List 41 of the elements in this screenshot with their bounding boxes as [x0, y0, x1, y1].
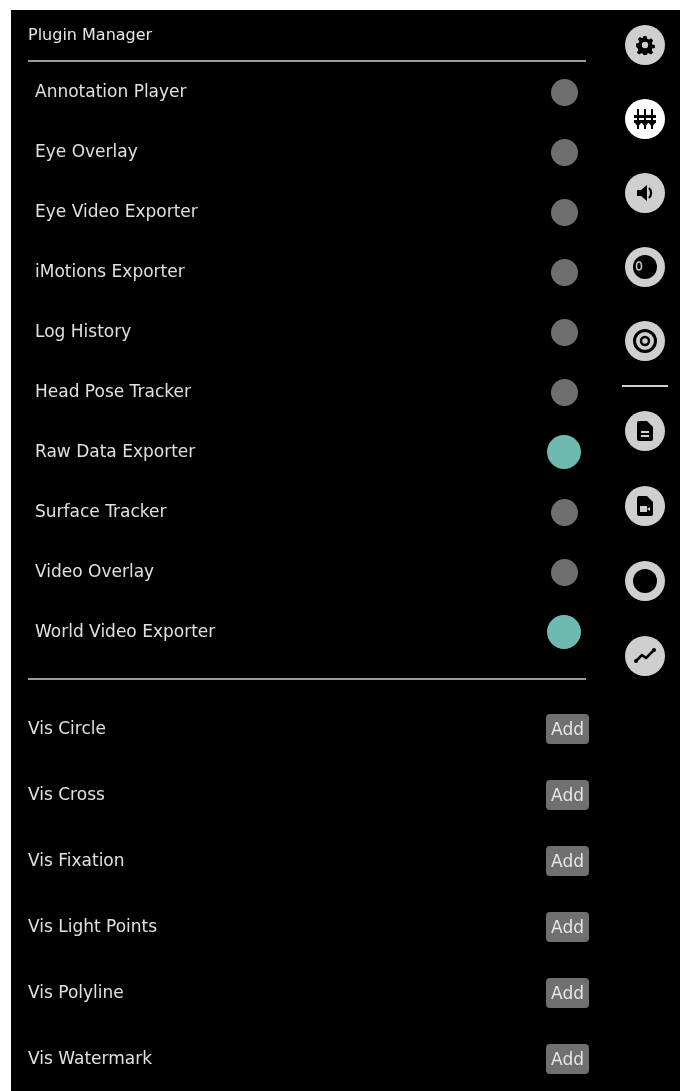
sidebar-button[interactable]: [624, 173, 665, 213]
plugin-label: Raw Data Exporter: [35, 440, 196, 464]
plugin-label: iMotions Exporter: [35, 260, 185, 284]
eye-icon: [631, 254, 658, 280]
plugin-label: Log History: [35, 320, 132, 344]
speaker-icon: [634, 183, 655, 203]
add-button[interactable]: Add: [546, 912, 589, 942]
sidebar-button[interactable]: [624, 99, 665, 139]
target-icon: [631, 328, 658, 354]
sliders-icon: [632, 108, 657, 130]
visualizer-label: Vis Fixation: [28, 849, 125, 873]
add-button[interactable]: Add: [546, 780, 589, 810]
sidebar-button[interactable]: [624, 486, 665, 526]
panel-title: Plugin Manager: [28, 24, 154, 46]
plugin-label: Eye Video Exporter: [35, 200, 198, 224]
gear-icon: [634, 35, 655, 55]
add-button[interactable]: Add: [546, 1044, 589, 1074]
visualizer-label: Vis Watermark: [28, 1047, 152, 1071]
line-chart-icon: [633, 648, 656, 664]
sidebar-button[interactable]: [624, 321, 665, 361]
plugin-label: Annotation Player: [35, 80, 187, 104]
plugin-label: World Video Exporter: [35, 620, 216, 644]
plugin-label: Eye Overlay: [35, 140, 138, 164]
add-button[interactable]: Add: [546, 978, 589, 1008]
add-button[interactable]: Add: [546, 714, 589, 744]
visualizer-label: Vis Circle: [28, 717, 106, 741]
sidebar-button[interactable]: [624, 25, 665, 65]
add-button[interactable]: Add: [546, 846, 589, 876]
plugin-label: Video Overlay: [35, 560, 155, 584]
visualizer-label: Vis Polyline: [28, 981, 124, 1005]
plugin-label: Head Pose Tracker: [35, 380, 191, 404]
sidebar-button[interactable]: [624, 411, 665, 451]
visualizer-label: Vis Light Points: [28, 915, 158, 939]
plugin-label: Surface Tracker: [35, 500, 167, 524]
sidebar-button[interactable]: [624, 561, 665, 601]
sidebar-button[interactable]: [624, 247, 665, 287]
sidebar-button[interactable]: [624, 636, 665, 676]
document-icon: [636, 421, 653, 441]
ring-icon: [631, 568, 658, 594]
visualizer-label: Vis Cross: [28, 783, 105, 807]
video-file-icon: [636, 496, 653, 516]
